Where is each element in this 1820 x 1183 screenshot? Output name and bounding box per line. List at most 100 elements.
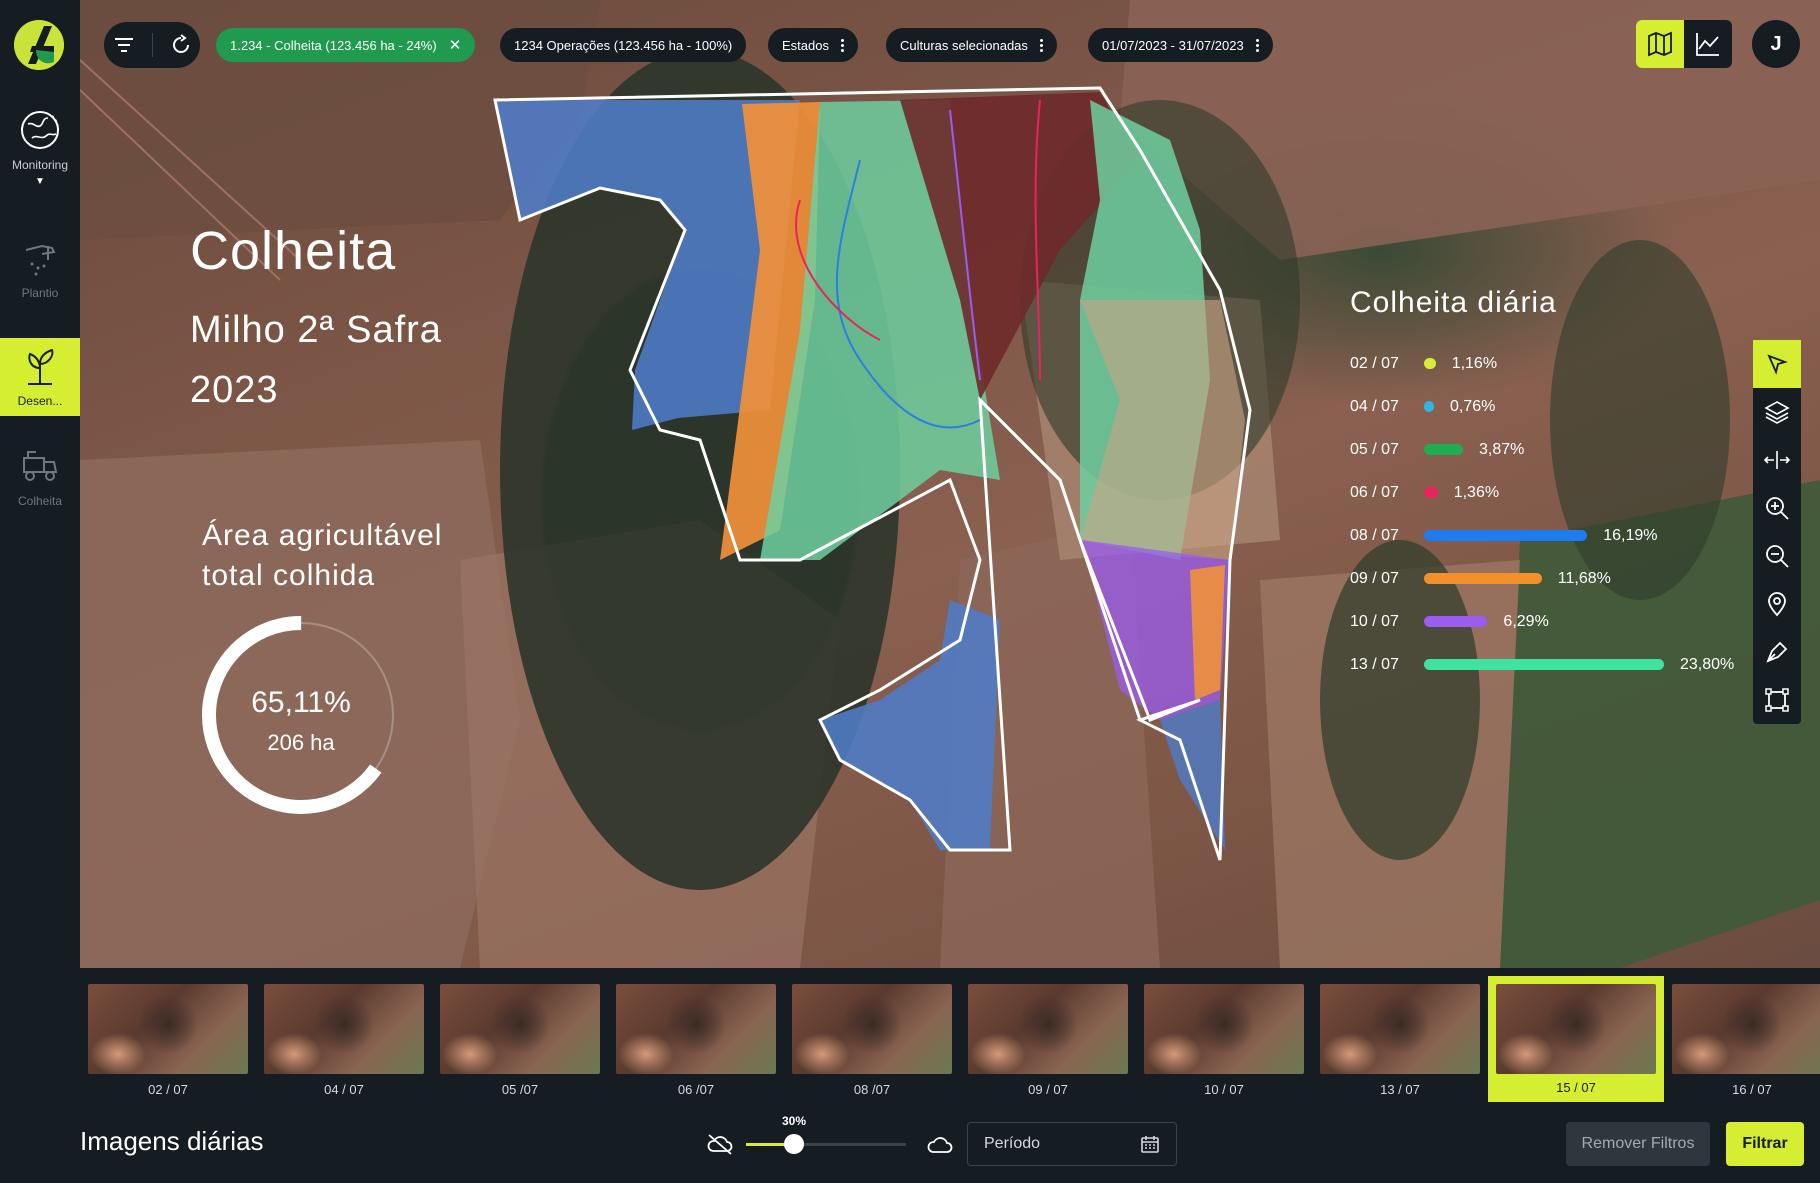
legend-date: 04 / 07 bbox=[1350, 397, 1399, 415]
select-tool-button[interactable] bbox=[1753, 340, 1801, 388]
legend-bar bbox=[1424, 444, 1464, 455]
period-placeholder: Período bbox=[984, 1135, 1041, 1152]
legend-bar bbox=[1424, 616, 1488, 627]
legend-percent: 3,87% bbox=[1479, 440, 1525, 458]
thumbnail-image bbox=[440, 984, 600, 1074]
thumbnail-date: 05 /07 bbox=[501, 1082, 539, 1097]
chip-label: Culturas selecionadas bbox=[900, 37, 1028, 53]
slider-handle[interactable] bbox=[784, 1134, 804, 1154]
split-compare-button[interactable] bbox=[1753, 436, 1801, 484]
thumbnail-date: 08 /07 bbox=[853, 1082, 891, 1097]
legend-date: 05 / 07 bbox=[1350, 440, 1399, 458]
user-avatar[interactable]: J bbox=[1752, 20, 1800, 68]
app-logo[interactable] bbox=[14, 20, 64, 70]
timeline-thumbnail[interactable]: 13 / 07 bbox=[1320, 984, 1480, 1106]
location-button[interactable] bbox=[1753, 580, 1801, 628]
daily-images-timeline: 02 / 07 04 / 07 05 /07 06 /07 08 /07 09 / 07 1… bbox=[80, 968, 1820, 1104]
line-chart-icon bbox=[1696, 33, 1719, 56]
layers-button[interactable] bbox=[1753, 388, 1801, 436]
crop-icon bbox=[1765, 688, 1789, 712]
legend-bar bbox=[1424, 487, 1438, 498]
draw-button[interactable] bbox=[1753, 628, 1801, 676]
timeline-thumbnail[interactable]: 08 /07 bbox=[792, 984, 952, 1106]
thumbnail-image bbox=[1144, 984, 1304, 1074]
zoom-out-icon bbox=[1766, 545, 1789, 568]
legend-percent: 11,68% bbox=[1557, 569, 1611, 587]
thumbnail-image bbox=[968, 984, 1128, 1074]
legend-percent: 23,80% bbox=[1680, 655, 1735, 673]
legend-row: 02 / 07 1,16% bbox=[1350, 342, 1770, 385]
chart-view-button[interactable] bbox=[1684, 20, 1732, 68]
area-label-line: Área agricultável bbox=[202, 519, 443, 552]
crop-area-button[interactable] bbox=[1753, 676, 1801, 724]
daily-harvest-legend: 02 / 07 1,16% 04 / 07 0,76% 05 / 07 3,87% 06 /… bbox=[1350, 342, 1770, 686]
filter-icon[interactable] bbox=[113, 34, 135, 56]
legend-date: 08 / 07 bbox=[1350, 526, 1399, 544]
filter-chip-date-range[interactable]: 01/07/2023 - 31/07/2023 bbox=[1088, 28, 1273, 62]
more-vertical-icon[interactable] bbox=[1039, 38, 1043, 52]
legend-percent: 1,36% bbox=[1453, 483, 1500, 501]
timeline-thumbnail[interactable]: 15 / 07 bbox=[1488, 976, 1664, 1102]
legend-percent: 0,76% bbox=[1450, 397, 1496, 415]
daily-harvest-title: Colheita diária bbox=[1350, 286, 1557, 319]
filter-chip-culturas[interactable]: Culturas selecionadas bbox=[886, 28, 1057, 62]
more-vertical-icon[interactable] bbox=[840, 38, 844, 52]
legend-date: 02 / 07 bbox=[1350, 354, 1399, 372]
legend-row: 09 / 07 11,68% bbox=[1350, 557, 1770, 600]
timeline-thumbnail[interactable]: 16 / 07 bbox=[1672, 984, 1820, 1106]
pen-icon bbox=[1766, 641, 1788, 663]
sidebar-item-desenvolvimento[interactable]: Desen... bbox=[0, 338, 80, 416]
legend-row: 05 / 07 3,87% bbox=[1350, 428, 1770, 471]
filter-chip-estados[interactable]: Estados bbox=[768, 28, 858, 62]
legend-row: 06 / 07 1,36% bbox=[1350, 471, 1770, 514]
chip-label: 01/07/2023 - 31/07/2023 bbox=[1102, 37, 1244, 53]
map-toolbar bbox=[1753, 340, 1801, 724]
legend-percent: 1,16% bbox=[1451, 354, 1498, 372]
zoom-in-button[interactable] bbox=[1753, 484, 1801, 532]
sidebar-item-label: Plantio bbox=[21, 286, 59, 300]
thumbnail-image bbox=[88, 984, 248, 1074]
chevron-down-icon[interactable]: ▼ bbox=[0, 176, 80, 187]
harvest-hectares: 206 ha bbox=[267, 730, 335, 755]
legend-bar bbox=[1424, 358, 1436, 369]
thumbnail-image bbox=[616, 984, 776, 1074]
legend-row: 04 / 07 0,76% bbox=[1350, 385, 1770, 428]
sidebar-item-label: Desen... bbox=[17, 394, 63, 408]
timeline-thumbnail[interactable]: 09 / 07 bbox=[968, 984, 1128, 1106]
cursor-icon bbox=[1767, 354, 1788, 375]
legend-bar bbox=[1424, 401, 1434, 412]
legend-row: 13 / 07 23,80% bbox=[1350, 643, 1770, 686]
refresh-icon[interactable] bbox=[170, 34, 192, 56]
divider bbox=[151, 33, 153, 57]
timeline-thumbnail[interactable]: 05 /07 bbox=[440, 984, 600, 1106]
sidebar-item-colheita[interactable]: Colheita bbox=[0, 444, 80, 508]
timeline-thumbnail[interactable]: 04 / 07 bbox=[264, 984, 424, 1106]
legend-bar bbox=[1424, 659, 1664, 670]
legend-bar bbox=[1424, 530, 1588, 541]
timeline-thumbnail[interactable]: 10 / 07 bbox=[1144, 984, 1304, 1106]
close-icon[interactable]: ✕ bbox=[449, 36, 462, 54]
more-vertical-icon[interactable] bbox=[1255, 38, 1259, 52]
timeline-thumbnail[interactable]: 02 / 07 bbox=[88, 984, 248, 1106]
legend-percent: 16,19% bbox=[1603, 526, 1658, 544]
filter-chip-colheita[interactable]: 1.234 - Colheita (123.456 ha - 24%) ✕ bbox=[216, 28, 476, 62]
chip-label: 1.234 - Colheita (123.456 ha - 24%) bbox=[230, 37, 437, 53]
thumbnail-image bbox=[792, 984, 952, 1074]
cloud-coverage-slider[interactable]: 30% bbox=[706, 1110, 956, 1170]
pin-icon bbox=[1768, 592, 1786, 617]
apply-filter-button[interactable]: Filtrar bbox=[1726, 1122, 1804, 1166]
timeline-thumbnail[interactable]: 06 /07 bbox=[616, 984, 776, 1106]
legend-row: 08 / 07 16,19% bbox=[1350, 514, 1770, 557]
filter-chip-operacoes[interactable]: 1234 Operações (123.456 ha - 100%) bbox=[500, 28, 747, 62]
sidebar-item-label: Colheita bbox=[17, 494, 63, 508]
globe-icon bbox=[21, 111, 59, 149]
period-picker[interactable]: Período bbox=[967, 1122, 1177, 1166]
zoom-out-button[interactable] bbox=[1753, 532, 1801, 580]
remove-filters-button[interactable]: Remover Filtros bbox=[1566, 1122, 1710, 1166]
harvested-area-label: Área agricultável total colhida bbox=[202, 516, 522, 596]
harvester-icon bbox=[23, 451, 58, 481]
sidebar-item-monitoring[interactable]: Monitoring ▼ bbox=[0, 108, 80, 187]
crop-info: Milho 2ª Safra 2023 bbox=[190, 300, 442, 420]
sidebar-item-plantio[interactable]: Plantio bbox=[0, 236, 80, 300]
map-view-button[interactable] bbox=[1636, 20, 1684, 68]
